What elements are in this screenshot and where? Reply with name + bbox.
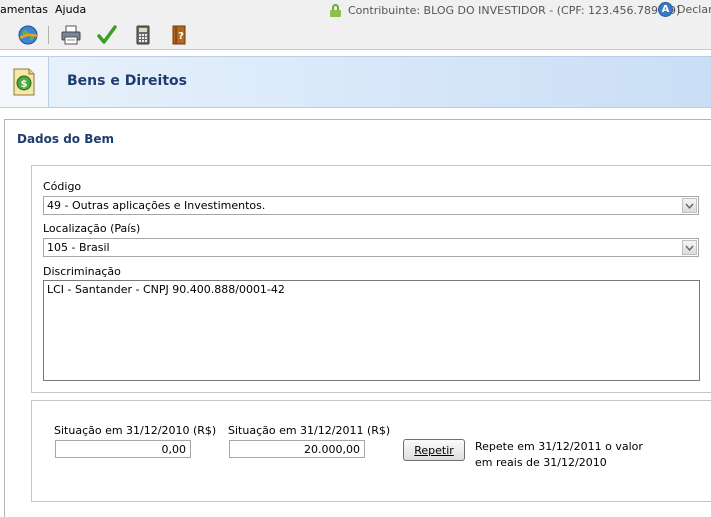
money-document-icon: $ xyxy=(0,57,49,107)
menu-item-ferramentas[interactable]: amentas xyxy=(0,3,48,16)
section-title: Dados do Bem xyxy=(17,132,115,146)
situacao-2011-label: Situação em 31/12/2011 (R$) xyxy=(228,424,391,437)
discriminacao-textarea[interactable]: LCI - Santander - CNPJ 90.400.888/0001-4… xyxy=(43,280,700,381)
localizacao-select[interactable]: 105 - Brasil xyxy=(43,238,699,257)
help-book-icon[interactable]: ? xyxy=(167,24,191,46)
codigo-select[interactable]: 49 - Outras aplicações e Investimentos. xyxy=(43,196,699,215)
toolbar-separator xyxy=(48,26,49,44)
calculator-icon[interactable] xyxy=(131,24,155,46)
dados-do-bem-panel: Dados do Bem Código 49 - Outras aplicaçõ… xyxy=(4,119,711,517)
repetir-note: Repete em 31/12/2011 o valor em reais de… xyxy=(475,439,643,471)
repetir-button[interactable]: Repetir xyxy=(403,439,465,461)
situacao-2011-input[interactable]: 20.000,00 xyxy=(229,440,365,458)
situacao-2010-input[interactable]: 0,00 xyxy=(55,440,191,458)
menu-bar: amentas Ajuda Contribuinte: BLOG DO INVE… xyxy=(0,0,711,20)
toolbar: ? xyxy=(0,20,711,50)
globe-icon[interactable] xyxy=(16,24,40,46)
svg-text:?: ? xyxy=(178,31,184,42)
repetir-note-line2: em reais de 31/12/2010 xyxy=(475,456,607,469)
situacao-group: Situação em 31/12/2010 (R$) 0,00 Situaçã… xyxy=(31,400,711,502)
print-icon[interactable] xyxy=(59,24,83,46)
page-header: $ Bens e Direitos xyxy=(0,56,711,108)
check-icon[interactable] xyxy=(95,24,119,46)
contributor-text: Contribuinte: BLOG DO INVESTIDOR - (CPF:… xyxy=(348,3,681,17)
codigo-value: 49 - Outras aplicações e Investimentos. xyxy=(47,199,266,212)
declaration-info: A Declara xyxy=(658,2,711,17)
repetir-button-label: Repetir xyxy=(414,443,454,457)
repetir-note-line1: Repete em 31/12/2011 o valor xyxy=(475,440,643,453)
declaration-text: Declara xyxy=(677,3,711,16)
chevron-down-icon[interactable] xyxy=(682,198,697,213)
discriminacao-label: Discriminação xyxy=(43,265,121,278)
chevron-down-icon[interactable] xyxy=(682,240,697,255)
svg-text:$: $ xyxy=(21,79,28,90)
asset-info-group: Código 49 - Outras aplicações e Investim… xyxy=(31,165,711,393)
declaration-badge-icon: A xyxy=(658,2,673,17)
codigo-label: Código xyxy=(43,180,82,193)
localizacao-value: 105 - Brasil xyxy=(47,241,110,254)
menu-item-ajuda[interactable]: Ajuda xyxy=(55,3,86,16)
localizacao-label: Localização (País) xyxy=(43,222,141,235)
contributor-info: Contribuinte: BLOG DO INVESTIDOR - (CPF:… xyxy=(330,2,680,18)
page-title: Bens e Direitos xyxy=(67,73,187,89)
situacao-2010-label: Situação em 31/12/2010 (R$) xyxy=(54,424,217,437)
lock-icon xyxy=(330,3,341,17)
